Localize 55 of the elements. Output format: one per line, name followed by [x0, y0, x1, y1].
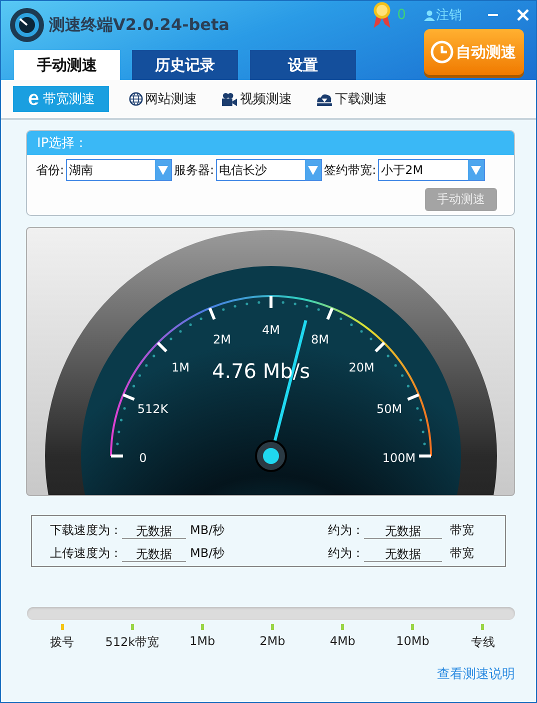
- scale-label: 100M: [382, 451, 416, 465]
- globe-icon: [129, 92, 143, 106]
- scale-label: 20M: [348, 360, 374, 374]
- scale-label: 512K: [137, 402, 168, 416]
- scale-label: 10Mb: [396, 634, 430, 648]
- tab[interactable]: 手动测速: [14, 50, 120, 80]
- unit-label: MB/秒: [190, 522, 226, 539]
- sub-tab[interactable]: 网站测速: [125, 86, 201, 112]
- scale-label: 拨号: [50, 634, 74, 651]
- clock-icon: [430, 40, 454, 64]
- sub-tab[interactable]: 视频测速: [217, 86, 296, 112]
- dropdown-arrow-icon: [470, 164, 482, 176]
- user-icon: [424, 10, 435, 20]
- result-label: 上传速度为：: [50, 545, 122, 562]
- result-value: 无数据: [122, 524, 186, 539]
- scale-label: 512k带宽: [105, 634, 160, 651]
- scale-label: 2Mb: [260, 634, 286, 648]
- speedometer-icon: [9, 7, 45, 43]
- dropdown-arrow-icon: [307, 164, 320, 176]
- needle-hub: [255, 440, 287, 472]
- panel-title: IP选择：: [37, 135, 88, 152]
- field-label: 服务器:: [174, 162, 214, 178]
- scale-label: 4M: [262, 323, 280, 337]
- dropdown-arrow-icon: [157, 164, 170, 176]
- scale-label: 2M: [213, 332, 232, 347]
- scale-label: 0: [139, 451, 147, 465]
- unit-label: 带宽: [450, 522, 474, 539]
- scale-label: 50M: [376, 402, 402, 416]
- field-label: 签约带宽:: [324, 162, 376, 178]
- e-icon: [27, 91, 41, 107]
- window-title: 测速终端V2.0.24-beta: [49, 14, 230, 36]
- result-label: 约为：: [328, 545, 364, 562]
- scale-label: 8M: [310, 332, 329, 347]
- dropdown[interactable]: 湖南: [66, 159, 172, 181]
- tab[interactable]: 历史记录: [132, 50, 238, 80]
- scale-label: 1Mb: [190, 634, 216, 648]
- result-label: 下载速度为：: [50, 522, 122, 539]
- dropdown[interactable]: 电信长沙: [216, 159, 322, 181]
- sub-tab[interactable]: 下载测速: [312, 86, 391, 112]
- result-value: 无数据: [122, 547, 186, 562]
- field-label: 省份:: [36, 162, 64, 178]
- tab[interactable]: 设置: [250, 50, 356, 80]
- result-label: 约为：: [328, 522, 364, 539]
- unit-label: MB/秒: [190, 545, 226, 562]
- dropdown[interactable]: 小于2M: [378, 159, 486, 181]
- result-value: 无数据: [364, 547, 442, 562]
- result-value: 无数据: [364, 524, 442, 539]
- scale-label: 1M: [172, 360, 190, 374]
- scale-label: 专线: [470, 634, 495, 651]
- cloud-download-icon: [316, 92, 333, 106]
- scale-label: 4Mb: [330, 634, 356, 648]
- close-icon: [517, 9, 529, 21]
- medal-count: 0: [397, 7, 406, 23]
- video-camera-icon: [221, 92, 238, 106]
- unit-label: 带宽: [450, 545, 474, 562]
